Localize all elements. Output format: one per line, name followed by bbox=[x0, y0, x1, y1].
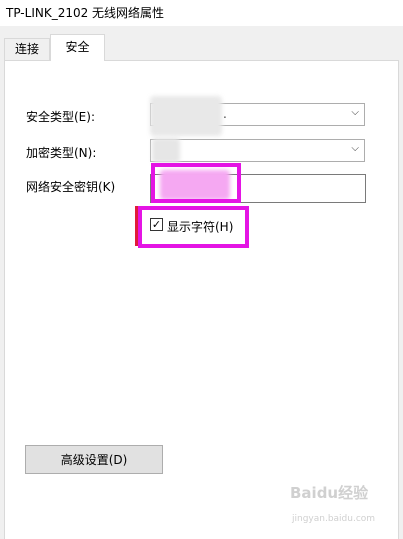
highlight-box bbox=[138, 206, 249, 248]
highlight-box bbox=[151, 163, 241, 203]
redacted-blur bbox=[150, 96, 222, 136]
window-title: TP-LINK_2102 无线网络属性 bbox=[6, 6, 165, 20]
watermark-logo: Baidu经验 jingyan.baidu.com bbox=[290, 482, 400, 532]
watermark-text: Baidu经验 bbox=[290, 484, 369, 502]
watermark-url: jingyan.baidu.com bbox=[292, 514, 376, 524]
encryption-type-label: 加密类型(N): bbox=[26, 146, 97, 160]
encryption-type-select[interactable]: ⌵ bbox=[150, 139, 365, 162]
advanced-settings-button[interactable]: 高级设置(D) bbox=[25, 445, 163, 474]
title-bar: TP-LINK_2102 无线网络属性 bbox=[0, 0, 403, 26]
tab-connection-label: 连接 bbox=[14, 42, 39, 56]
chevron-down-icon: ⌵ bbox=[351, 107, 359, 118]
redacted-blur bbox=[152, 138, 180, 163]
security-type-label: 安全类型(E): bbox=[26, 110, 95, 124]
chevron-down-icon: ⌵ bbox=[351, 143, 359, 154]
security-key-label: 网络安全密钥(K) bbox=[26, 180, 116, 194]
tab-security[interactable]: 安全 bbox=[50, 34, 105, 61]
security-type-value: . bbox=[223, 107, 227, 121]
tab-connection[interactable]: 连接 bbox=[4, 38, 50, 60]
tab-security-label: 安全 bbox=[65, 40, 90, 54]
